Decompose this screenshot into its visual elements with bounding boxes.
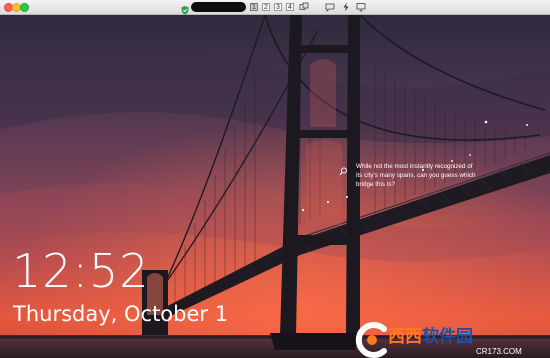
desktop-3-button[interactable]: 3	[274, 3, 282, 11]
watermark-brand-blue: 软件园	[422, 327, 473, 347]
search-icon[interactable]	[339, 163, 348, 176]
watermark-c-logo-icon	[355, 322, 387, 358]
lock-screen[interactable]: 12:52 Thursday, October 1 While not the …	[0, 15, 550, 358]
monitor-icon[interactable]	[356, 2, 366, 12]
lock-screen-time: 12:52	[12, 244, 150, 298]
chat-icon[interactable]	[325, 2, 335, 12]
spotlight-caption[interactable]: While not the most instantly recognized …	[356, 162, 480, 189]
desktop-2-button[interactable]: 2	[262, 3, 270, 11]
watermark-brand: 西西软件园	[388, 327, 473, 347]
watermark-brand-orange: 西西	[388, 327, 422, 347]
maximize-window-button[interactable]	[20, 3, 29, 12]
lock-screen-date: Thursday, October 1	[13, 302, 229, 326]
desktop-1-button[interactable]: 1	[250, 3, 258, 11]
watermark-logo: 西西软件园 CR173.COM	[352, 320, 540, 358]
watermark-url: CR173.COM	[476, 347, 522, 356]
window-switch-icon[interactable]	[299, 2, 309, 12]
mac-window: 1 2 3 4 12:52 Thursday, October 1 While …	[0, 0, 550, 358]
desktop-4-button[interactable]: 4	[286, 3, 294, 11]
redacted-label	[191, 2, 246, 12]
window-titlebar: 1 2 3 4	[0, 0, 550, 15]
shield-icon[interactable]	[181, 2, 189, 15]
bolt-icon[interactable]	[341, 2, 351, 12]
